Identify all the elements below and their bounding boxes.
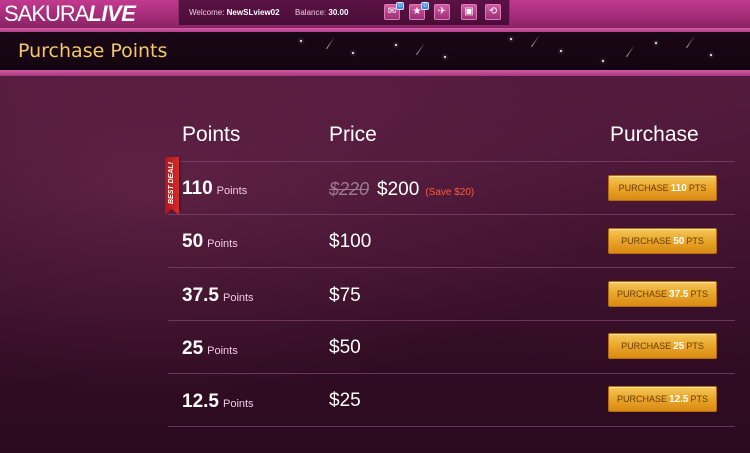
points-unit: Points: [222, 398, 254, 410]
sparkle: [352, 52, 354, 54]
sparkle: [602, 60, 604, 62]
sparkle: [444, 56, 446, 58]
history-glyph: ⟲: [488, 6, 498, 17]
points-value: 110: [182, 178, 213, 199]
row-price: $220 $200 (Save $20): [329, 179, 474, 201]
button-prefix: PURCHASE: [617, 394, 668, 404]
page-header-banner: Purchase Points: [0, 32, 750, 70]
button-prefix: PURCHASE: [618, 183, 669, 193]
history-icon[interactable]: ⟲: [485, 4, 501, 20]
column-header-purchase: Purchase: [610, 123, 699, 146]
row-points: 12.5 Points: [182, 391, 254, 413]
price-value: $50: [329, 337, 361, 358]
sparkle: [300, 40, 302, 42]
purchase-50-button[interactable]: PURCHASE 50 PTS: [608, 228, 717, 254]
table-row: 12.5 Points $25 PURCHASE 12.5 PTS: [0, 374, 750, 427]
button-suffix: PTS: [686, 236, 704, 246]
sparkle: [560, 50, 562, 52]
table-row: 25 Points $50 PURCHASE 25 PTS: [0, 321, 750, 374]
column-header-price: Price: [329, 123, 377, 146]
light-streak: [686, 35, 695, 49]
user-info-box: Welcome: NewSLview02 Balance: 30.00 ✉ 0 …: [178, 0, 510, 26]
table-row: 37.5 Points $75 PURCHASE 37.5 PTS: [0, 268, 750, 321]
table-row: 50 Points $100 PURCHASE 50 PTS: [0, 215, 750, 268]
balance-value: 30.00: [328, 8, 349, 17]
button-points: 25: [673, 341, 685, 352]
logo-text-light: SAKURA: [4, 1, 89, 26]
light-streak: [416, 42, 425, 56]
light-streak: [626, 44, 635, 58]
price-value: $25: [329, 390, 361, 411]
button-points: 50: [673, 236, 685, 247]
balance-text: Balance: 30.00: [295, 8, 348, 17]
points-unit: Points: [222, 292, 254, 304]
button-suffix: PTS: [686, 341, 704, 351]
table-row: 110 Points $220 $200 (Save $20) PURCHASE 110…: [0, 162, 750, 215]
price-value: $200: [377, 179, 420, 200]
messages-glyph: ✉: [387, 6, 397, 17]
points-value: 25: [182, 338, 204, 359]
row-price: $50: [329, 337, 361, 359]
points-unit: Points: [207, 238, 238, 250]
light-streak: [531, 34, 540, 48]
points-value: 50: [182, 231, 204, 252]
sparkle: [395, 44, 397, 46]
row-price: $25: [329, 390, 361, 412]
top-bar: SAKURA LIVE Welcome: NewSLview02 Balance…: [0, 0, 750, 32]
button-points: 37.5: [669, 289, 689, 300]
messages-icon[interactable]: ✉ 0: [384, 2, 404, 20]
purchase-37-5-button[interactable]: PURCHASE 37.5 PTS: [608, 281, 717, 307]
sparkle: [655, 42, 657, 44]
row-points: 37.5 Points: [182, 285, 254, 307]
logo-text-bold: LIVE: [88, 1, 136, 26]
column-header-points: Points: [182, 123, 241, 146]
button-suffix: PTS: [690, 289, 708, 299]
old-price: $220: [329, 179, 370, 199]
flights-icon[interactable]: ✈: [434, 4, 450, 20]
favorites-count-badge: 0: [421, 2, 429, 10]
favorites-icon[interactable]: ★ 0: [409, 2, 429, 20]
button-suffix: PTS: [690, 394, 708, 404]
page-title: Purchase Points: [18, 40, 168, 62]
price-value: $100: [329, 231, 372, 252]
row-price: $75: [329, 285, 361, 307]
sakuralive-logo[interactable]: SAKURA LIVE: [4, 1, 136, 27]
points-unit: Points: [207, 345, 238, 357]
save-amount: (Save $20): [425, 187, 475, 198]
button-prefix: PURCHASE: [621, 236, 672, 246]
support-glyph: ▣: [464, 6, 474, 17]
points-value: 12.5: [182, 391, 219, 412]
button-prefix: PURCHASE: [621, 341, 672, 351]
balance-label: Balance:: [295, 8, 327, 17]
messages-count-badge: 0: [396, 2, 404, 10]
flights-glyph: ✈: [437, 6, 447, 17]
sparkle: [710, 54, 712, 56]
button-points: 12.5: [669, 394, 689, 405]
purchase-110-button[interactable]: PURCHASE 110 PTS: [608, 175, 717, 201]
light-streak: [326, 36, 335, 50]
button-points: 110: [670, 183, 687, 194]
row-price: $100: [329, 231, 371, 253]
sparkle: [510, 38, 512, 40]
row-points: 50 Points: [182, 231, 238, 253]
username[interactable]: NewSLview02: [227, 8, 280, 17]
welcome-label: Welcome:: [189, 8, 225, 17]
purchase-12-5-button[interactable]: PURCHASE 12.5 PTS: [608, 386, 717, 412]
purchase-25-button[interactable]: PURCHASE 25 PTS: [608, 333, 717, 359]
points-value: 37.5: [182, 285, 219, 306]
price-value: $75: [329, 285, 361, 306]
button-prefix: PURCHASE: [617, 289, 668, 299]
welcome-text: Welcome: NewSLview02: [189, 8, 280, 17]
support-icon[interactable]: ▣: [461, 4, 477, 20]
row-points: 25 Points: [182, 338, 238, 360]
row-points: 110 Points: [182, 178, 247, 200]
button-suffix: PTS: [688, 183, 707, 193]
points-unit: Points: [216, 185, 248, 197]
